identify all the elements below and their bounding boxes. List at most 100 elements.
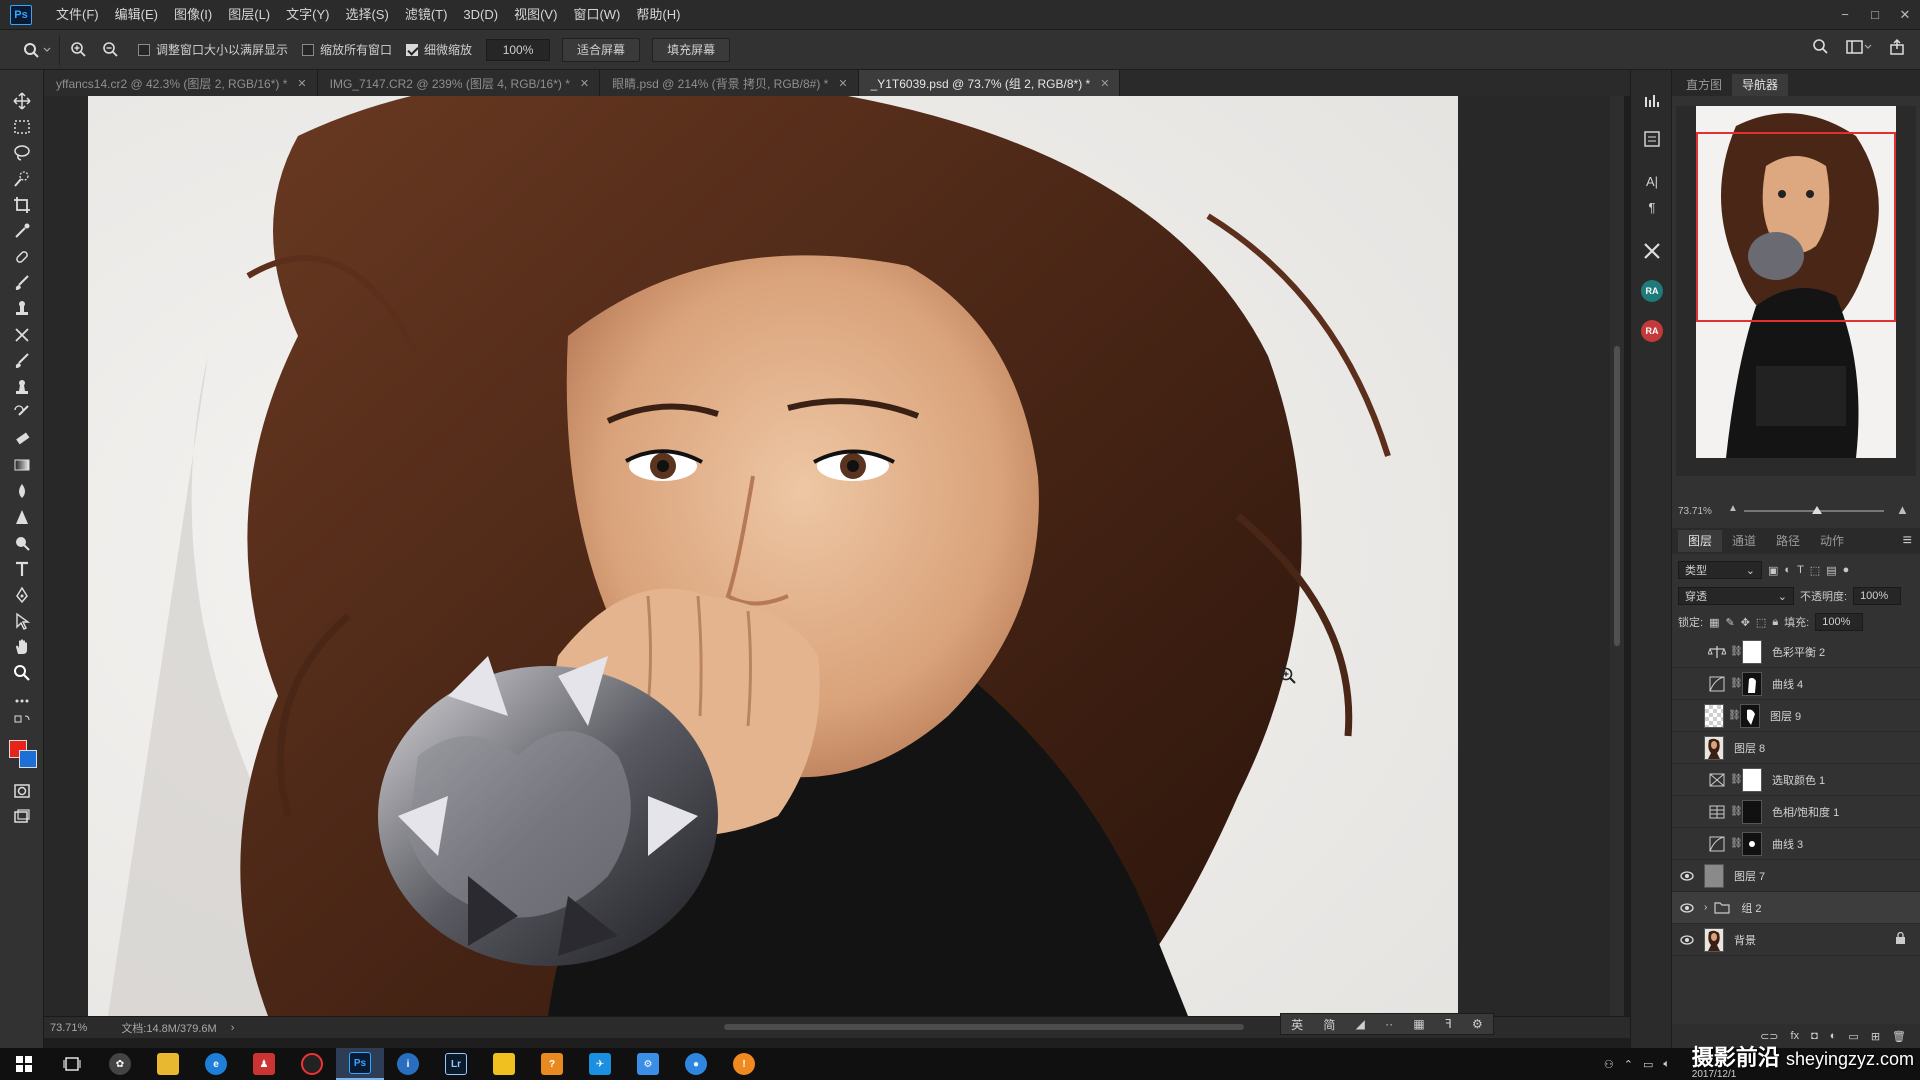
task-view-icon[interactable] <box>48 1048 96 1080</box>
tab-channels[interactable]: 通道 <box>1722 530 1766 552</box>
quick-mask-icon[interactable] <box>11 780 33 802</box>
zoom-out-small-icon[interactable]: ▲ <box>1728 503 1738 514</box>
filter-kind-select[interactable]: 类型 ⌄ <box>1678 561 1762 579</box>
lock-position-icon[interactable]: ✥ <box>1741 616 1750 629</box>
checkbox-box[interactable] <box>302 43 315 56</box>
layer-mask-thumbnail[interactable] <box>1742 831 1762 856</box>
character-panel-icon[interactable]: A| <box>1641 170 1663 192</box>
paragraph-panel-icon[interactable]: ¶ <box>1641 196 1663 218</box>
lightroom-taskbar-icon[interactable]: Lr <box>432 1048 480 1080</box>
ime-dots-icon[interactable]: ·· <box>1385 1017 1393 1031</box>
visibility-toggle[interactable] <box>1676 668 1698 700</box>
menu-3d[interactable]: 3D(D) <box>455 0 506 30</box>
menu-edit[interactable]: 编辑(E) <box>107 0 166 30</box>
layer-mask-thumbnail[interactable] <box>1742 671 1762 696</box>
tool-preset-picker[interactable] <box>14 34 60 65</box>
filter-adjustment-icon[interactable]: ◐ <box>1784 564 1791 576</box>
app-figure-icon[interactable]: ♟ <box>240 1048 288 1080</box>
navigator-thumbnail[interactable] <box>1696 106 1896 458</box>
healing-brush-tool-icon[interactable] <box>11 246 33 268</box>
menu-view[interactable]: 视图(V) <box>506 0 565 30</box>
gradient-tool-icon[interactable] <box>11 454 33 476</box>
start-button-icon[interactable] <box>0 1048 48 1080</box>
default-colors-icon[interactable] <box>11 714 33 728</box>
menu-type[interactable]: 文字(Y) <box>278 0 337 30</box>
eraser-tool-icon[interactable] <box>11 350 33 372</box>
help-app-icon[interactable]: ? <box>528 1048 576 1080</box>
chat-app-icon[interactable]: ● <box>672 1048 720 1080</box>
document-tab[interactable]: yffancs14.cr2 @ 42.3% (图层 2, RGB/16*) * ✕ <box>44 70 318 96</box>
zoom-in-large-icon[interactable]: ▲ <box>1896 502 1909 517</box>
move-tool-icon[interactable] <box>11 90 33 112</box>
layer-row[interactable]: 背景 <box>1672 924 1920 956</box>
close-tab-icon[interactable]: ✕ <box>297 77 306 90</box>
screen-mode-icon[interactable] <box>11 806 33 828</box>
horizontal-scrollbar[interactable] <box>724 1024 1244 1030</box>
tools-crossed-icon[interactable] <box>1641 240 1663 262</box>
tab-navigator[interactable]: 导航器 <box>1732 74 1789 96</box>
navigator-view-frame[interactable] <box>1696 132 1896 322</box>
tab-actions[interactable]: 动作 <box>1810 530 1854 552</box>
navigator-zoom-slider[interactable] <box>1744 506 1884 514</box>
marquee-tool-icon[interactable] <box>11 116 33 138</box>
scrubby-zoom-checkbox[interactable]: 细微缩放 <box>406 41 472 58</box>
layer-thumbnail[interactable] <box>1704 703 1724 728</box>
filter-shape-icon[interactable]: ⬚ <box>1810 564 1820 577</box>
layer-row[interactable]: ⛓︎ 图层 9 <box>1672 700 1920 732</box>
vertical-scrollbar[interactable] <box>1610 96 1624 1016</box>
layer-row[interactable]: ⛓︎ 选取颜色 1 <box>1672 764 1920 796</box>
properties-panel-icon[interactable] <box>1641 128 1663 150</box>
layer-mask-thumbnail[interactable] <box>1742 799 1762 824</box>
hand-tool-icon[interactable] <box>11 636 33 658</box>
layer-name[interactable]: 曲线 3 <box>1772 836 1803 852</box>
share-icon[interactable] <box>1888 38 1906 61</box>
eye-icon[interactable] <box>1676 892 1698 924</box>
layer-row[interactable]: ⛓︎ 曲线 4 <box>1672 668 1920 700</box>
messenger-app-icon[interactable]: ✈ <box>576 1048 624 1080</box>
record-app-icon[interactable] <box>288 1048 336 1080</box>
menu-file[interactable]: 文件(F) <box>48 0 107 30</box>
dodge-tool-icon[interactable] <box>11 532 33 554</box>
minimize-button[interactable]: − <box>1830 0 1860 30</box>
visibility-toggle[interactable] <box>1676 796 1698 828</box>
blur-tool-icon[interactable] <box>11 480 33 502</box>
layer-name[interactable]: 选取颜色 1 <box>1772 772 1825 788</box>
eraser-icon[interactable] <box>11 428 33 450</box>
layer-row[interactable]: 图层 7 <box>1672 860 1920 892</box>
lock-icon[interactable] <box>1895 931 1906 947</box>
stamp-tool-icon[interactable] <box>11 376 33 398</box>
close-tab-icon[interactable]: ✕ <box>580 77 589 90</box>
quick-select-tool-icon[interactable] <box>11 168 33 190</box>
ime-simplified[interactable]: 简 <box>1323 1016 1335 1033</box>
opacity-field[interactable]: 100% <box>1853 587 1902 605</box>
panel-menu-icon[interactable]: ≡ <box>1903 532 1912 550</box>
layer-thumbnail[interactable] <box>1704 927 1724 952</box>
layer-name[interactable]: 曲线 4 <box>1772 676 1803 692</box>
ime-settings-icon[interactable]: ⚙ <box>1472 1017 1483 1031</box>
fill-field[interactable]: 100% <box>1815 613 1864 631</box>
lock-all-icon[interactable]: 🔒︎ <box>1772 616 1778 629</box>
zoom-tool-icon[interactable] <box>11 662 33 684</box>
menu-help[interactable]: 帮助(H) <box>628 0 688 30</box>
zoom-all-windows-checkbox[interactable]: 缩放所有窗口 <box>302 41 392 58</box>
background-color-swatch[interactable] <box>19 750 37 768</box>
lasso-tool-icon[interactable] <box>11 142 33 164</box>
orange-app-icon[interactable]: ! <box>720 1048 768 1080</box>
document-tab[interactable]: 眼睛.psd @ 214% (背景 拷贝, RGB/8#) * ✕ <box>600 70 859 96</box>
menu-select[interactable]: 选择(S) <box>337 0 396 30</box>
visibility-toggle[interactable] <box>1676 636 1698 668</box>
navigator-preview[interactable] <box>1676 106 1916 476</box>
clone-stamp-tool-icon[interactable] <box>11 298 33 320</box>
pen-tool-icon[interactable] <box>11 584 33 606</box>
layer-row[interactable]: ⛓︎ 色相/饱和度 1 <box>1672 796 1920 828</box>
browser-icon[interactable]: e <box>192 1048 240 1080</box>
app-pinwheel-icon[interactable]: ✿ <box>96 1048 144 1080</box>
lock-transparent-icon[interactable]: ▦ <box>1709 616 1719 629</box>
ime-keyboard-icon[interactable]: ▦ <box>1413 1017 1424 1031</box>
brush-tool-icon[interactable] <box>11 272 33 294</box>
crop-tool-icon[interactable] <box>11 194 33 216</box>
canvas-area[interactable] <box>44 96 1624 1016</box>
visibility-toggle[interactable] <box>1676 732 1698 764</box>
lock-paint-icon[interactable]: ✎ <box>1725 616 1734 629</box>
maximize-button[interactable]: □ <box>1860 0 1890 30</box>
